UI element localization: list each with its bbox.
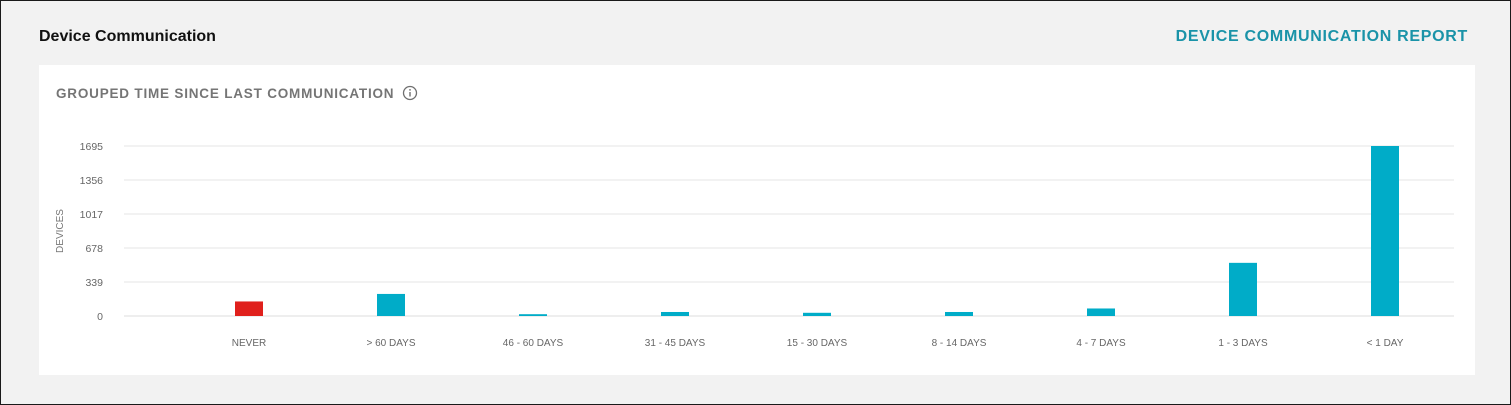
y-tick-label: 1356	[80, 175, 104, 187]
x-tick-label: 1 - 3 DAYS	[1218, 338, 1268, 349]
y-axis-title: DEVICES	[55, 209, 66, 253]
x-tick-label: 8 - 14 DAYS	[932, 338, 987, 349]
bar-chart: 0 339 678 1017 1356 1695 DEVICES NEVER > 60 DAYS…	[55, 141, 1454, 349]
panel-title: Device Communication	[39, 28, 216, 45]
x-tick-label: 4 - 7 DAYS	[1076, 338, 1126, 349]
bar	[1087, 308, 1115, 316]
device-communication-report-link[interactable]: DEVICE COMMUNICATION REPORT	[1176, 28, 1468, 46]
bar	[1371, 146, 1399, 316]
x-tick-label: NEVER	[232, 338, 266, 349]
y-tick-label: 1695	[80, 141, 104, 153]
device-communication-panel: Device Communication DEVICE COMMUNICATIO…	[0, 0, 1511, 405]
y-tick-label: 0	[97, 311, 103, 323]
x-tick-label: 15 - 30 DAYS	[787, 338, 848, 349]
x-tick-label: > 60 DAYS	[366, 338, 415, 349]
y-tick-label: 1017	[80, 209, 104, 221]
x-tick-label: 31 - 45 DAYS	[645, 338, 706, 349]
y-tick-label: 339	[85, 277, 103, 289]
y-tick-label: 678	[85, 243, 103, 255]
bar	[803, 312, 831, 316]
chart-title: GROUPED TIME SINCE LAST COMMUNICATION	[56, 85, 395, 101]
info-icon[interactable]	[402, 85, 418, 101]
x-tick-label: 46 - 60 DAYS	[503, 338, 564, 349]
bar	[945, 311, 973, 316]
bar	[1229, 262, 1257, 316]
chart-heading: GROUPED TIME SINCE LAST COMMUNICATION	[56, 85, 418, 101]
bar	[377, 293, 405, 316]
bar	[519, 314, 547, 316]
chart-card: 0 339 678 1017 1356 1695 DEVICES NEVER > 60 DAYS…	[39, 65, 1475, 375]
bar	[661, 311, 689, 316]
x-tick-label: < 1 DAY	[1367, 338, 1404, 349]
bar	[235, 301, 263, 316]
